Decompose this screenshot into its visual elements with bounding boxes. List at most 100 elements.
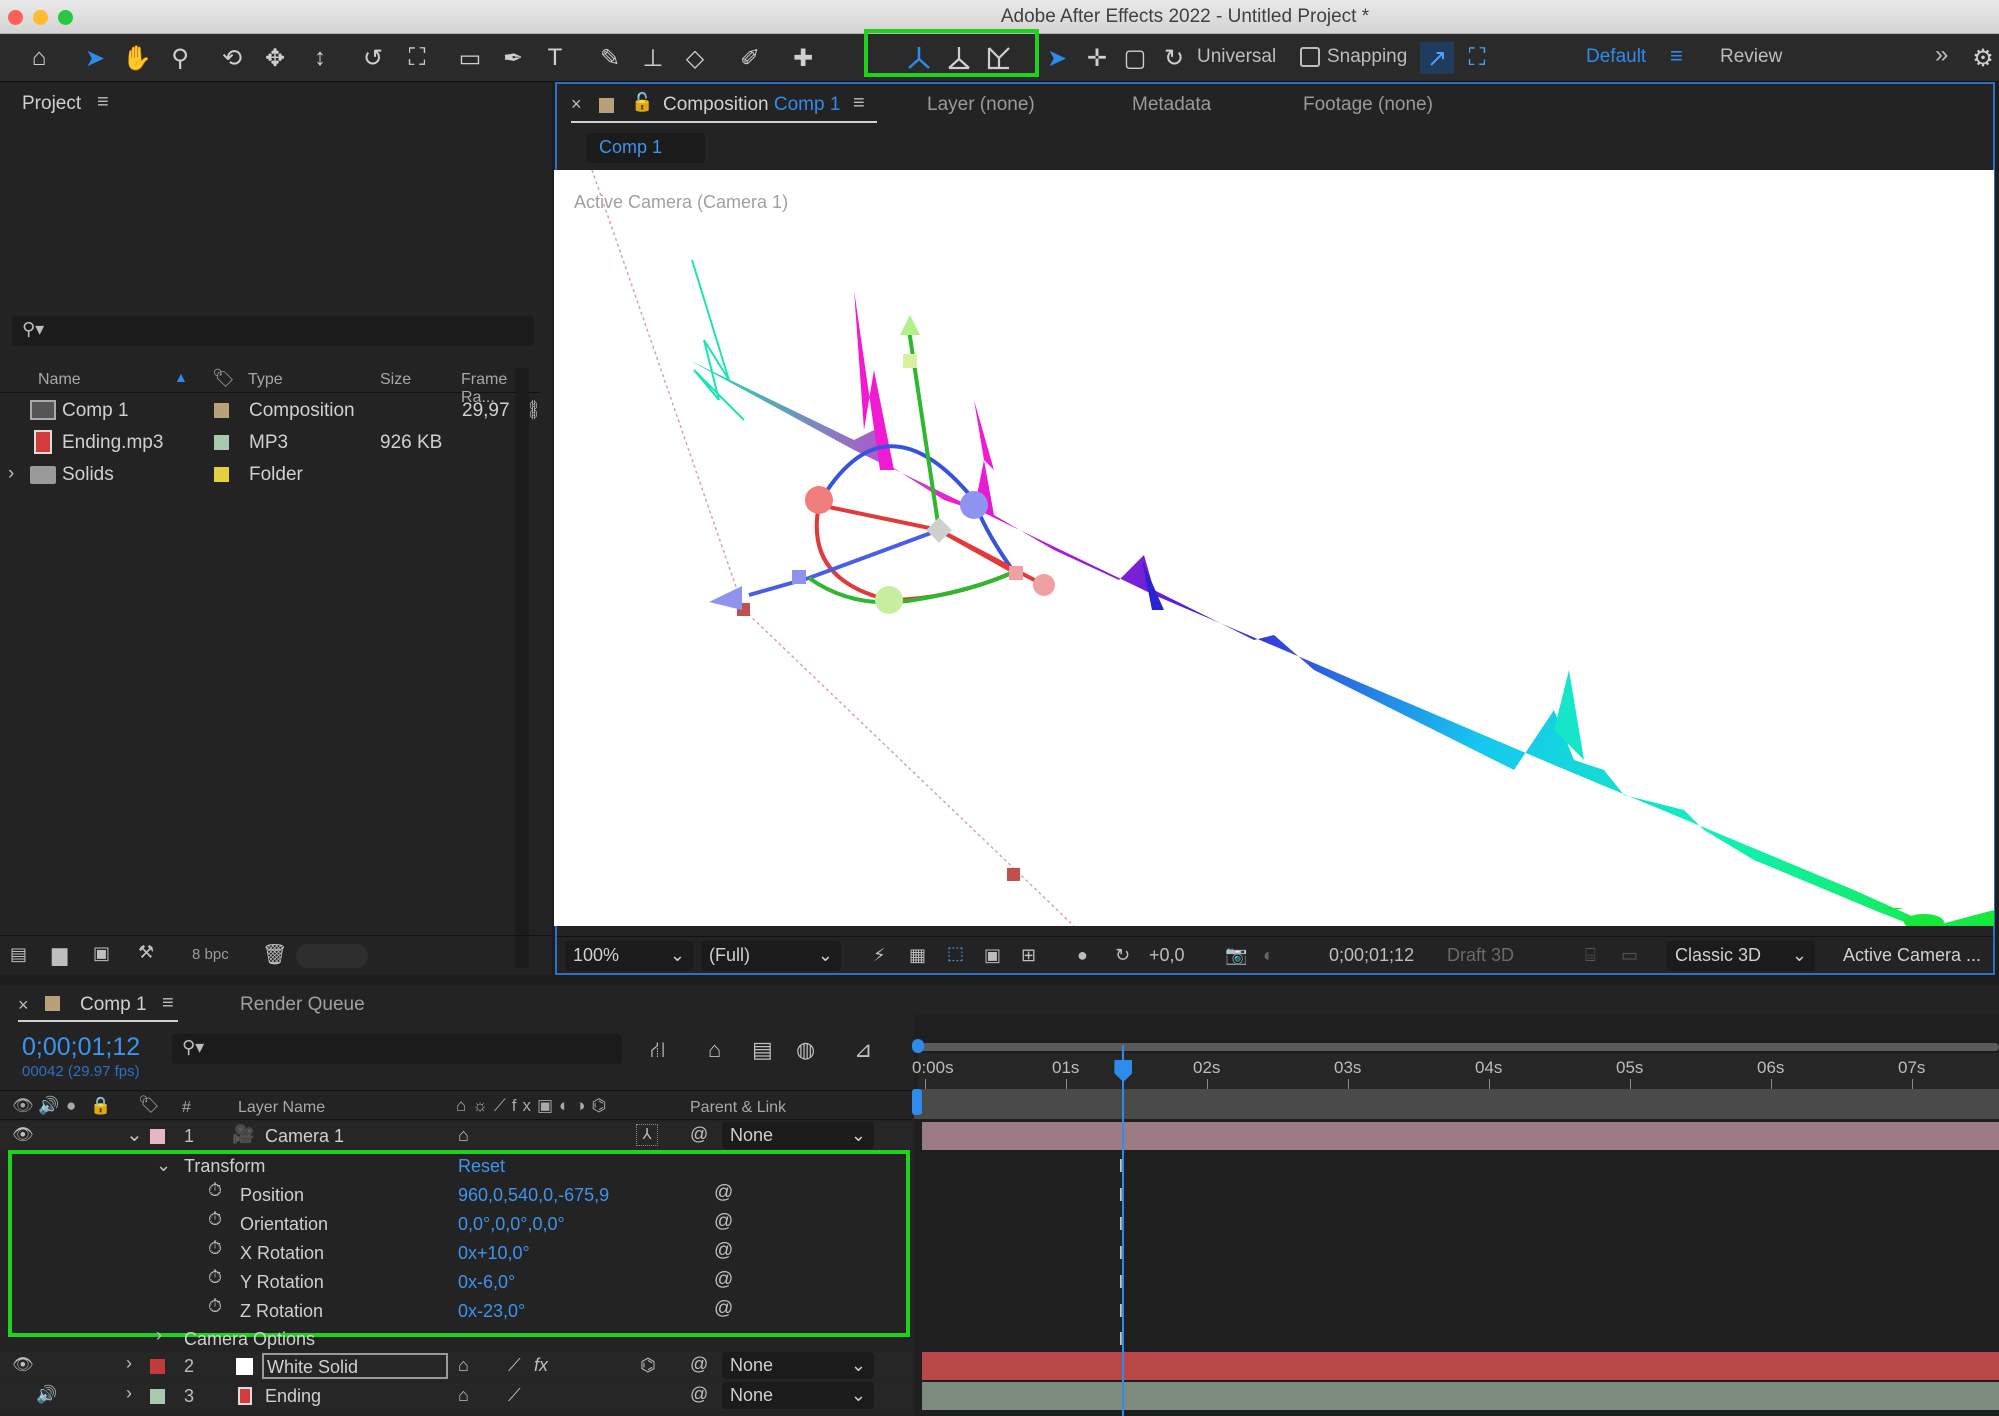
transparency-grid-icon[interactable]: ▦ (909, 945, 926, 966)
camera-options-chevron-icon[interactable]: › (156, 1325, 162, 1346)
project-row-comp1[interactable]: Comp 1 Composition 29,97 ⛓ (0, 396, 541, 426)
stopwatch-icon[interactable]: ⏱ (208, 1267, 222, 1288)
layer-label-swatch[interactable] (150, 1129, 165, 1144)
lock-icon[interactable]: 🔓 (631, 92, 653, 113)
move-icon[interactable]: ✛ (1080, 42, 1114, 74)
more-workspaces-icon[interactable]: » (1935, 41, 1948, 69)
visibility-eye-icon[interactable]: 👁 (12, 1355, 34, 1375)
viewer-menu-icon[interactable]: ≡ (853, 92, 865, 115)
graph-editor-icon[interactable]: ⊿ (854, 1037, 872, 1063)
renderer-dropdown[interactable]: Classic 3D ⌄ (1667, 941, 1815, 971)
time-navigator-start[interactable] (912, 1039, 924, 1053)
workspace-menu-icon[interactable]: ≡ (1670, 43, 1683, 69)
layer-bar-ending[interactable] (922, 1382, 1999, 1410)
tab-render-queue[interactable]: Render Queue (240, 994, 365, 1016)
visibility-eye-icon[interactable]: 👁 (12, 1125, 34, 1145)
grid-guides-icon[interactable]: ⊞ (1021, 945, 1036, 966)
stopwatch-icon[interactable]: ⏱ (208, 1180, 222, 1201)
label-tag-icon[interactable]: 🏷 (212, 368, 235, 389)
layer-row-camera1[interactable]: 👁 ⌄ 1 🎥 Camera 1 ⌂ ⅄ @ None ⌄ (0, 1122, 912, 1151)
quality-switch-icon[interactable]: ⟋ (508, 1385, 521, 1406)
layer-name[interactable]: Camera 1 (265, 1126, 344, 1147)
new-folder-icon[interactable]: ▆ (52, 942, 67, 967)
stopwatch-icon[interactable]: ⏱ (208, 1238, 222, 1259)
y-axis-arrow-handle[interactable] (900, 315, 920, 335)
search-help-icon[interactable]: ⚙ (1966, 42, 1999, 74)
layer-switches-icons[interactable]: ⌂☼⟋fx▣◐◑⌬ (456, 1096, 612, 1116)
effects-switch-icon[interactable]: fx (534, 1355, 548, 1376)
layer-label-swatch[interactable] (150, 1359, 165, 1374)
project-row-ending[interactable]: Ending.mp3 MP3 926 KB (0, 428, 540, 458)
type-icon[interactable]: T (538, 42, 572, 74)
timeline-menu-icon[interactable]: ≡ (162, 992, 174, 1015)
tab-composition[interactable]: Composition Comp 1 (663, 94, 840, 116)
composition-canvas[interactable]: Active Camera (Camera 1) (554, 170, 1994, 926)
3d-switch-icon[interactable]: ⌬ (640, 1355, 656, 1376)
col-layer-name[interactable]: Layer Name (238, 1099, 325, 1117)
pickwhip-icon[interactable]: @ (690, 1124, 708, 1145)
project-panel-title[interactable]: Project (22, 93, 81, 115)
unified-camera-selection-icon[interactable]: ➤ (1040, 42, 1074, 74)
comp-breadcrumb[interactable]: Comp 1 (587, 133, 705, 163)
transform-chevron-icon[interactable]: ⌄ (156, 1155, 171, 1176)
view-dropdown[interactable]: Active Camera ... (1835, 941, 1991, 971)
layer-name-field[interactable]: White Solid (262, 1353, 448, 1379)
transform-label[interactable]: Transform (184, 1156, 265, 1177)
expand-chevron-icon[interactable]: › (126, 1353, 132, 1374)
rotate-gizmo-icon[interactable]: ↻ (1157, 42, 1191, 74)
label-tag-icon[interactable]: 🏷 (138, 1095, 160, 1115)
workspace-review[interactable]: Review (1720, 46, 1782, 68)
current-timecode[interactable]: 0;00;01;12 (22, 1033, 140, 1062)
x-axis-scale-handle[interactable] (1009, 566, 1023, 580)
tab-comp1[interactable]: Comp 1 (80, 994, 147, 1016)
prop-x-rotation-value[interactable]: 0x+10,0° (458, 1243, 530, 1264)
z-axis-arrow-handle[interactable] (709, 586, 742, 610)
prop-y-rotation-value[interactable]: 0x-6,0° (458, 1272, 515, 1293)
expression-pickwhip-icon[interactable]: @ (714, 1211, 733, 1233)
label-swatch[interactable] (214, 403, 229, 418)
show-snapshot-icon[interactable]: ◐ (1263, 945, 1274, 966)
home-icon[interactable]: ⌂ (22, 42, 56, 74)
layer-name[interactable]: Ending (265, 1386, 321, 1407)
fast-previews-icon[interactable]: ⚡ (873, 945, 886, 966)
interpret-footage-icon[interactable]: ▤ (10, 944, 27, 965)
axis-gizmo-z[interactable] (748, 528, 940, 597)
pickwhip-icon[interactable]: @ (690, 1354, 708, 1375)
viewer-timecode[interactable]: 0;00;01;12 (1329, 945, 1414, 966)
workspace-default[interactable]: Default (1586, 46, 1646, 68)
resolution-dropdown[interactable]: (Full) ⌄ (701, 941, 841, 971)
work-area-start-handle[interactable] (912, 1089, 922, 1115)
extend-snapping-icon[interactable]: ↗ (1420, 42, 1454, 74)
panel-menu-icon[interactable]: ≡ (97, 91, 109, 114)
y-axis-scale-handle[interactable] (903, 354, 917, 368)
shy-switch-icon[interactable]: ⌂ (458, 1385, 469, 1406)
universal-label[interactable]: Universal (1197, 46, 1276, 68)
motion-blur-icon[interactable]: ◍ (796, 1037, 815, 1063)
layer-search-input[interactable]: ⚲▾ (172, 1034, 622, 1064)
stopwatch-icon[interactable]: ⏱ (208, 1296, 222, 1317)
layer-label-swatch[interactable] (150, 1389, 165, 1404)
close-timeline-tab-icon[interactable]: × (18, 995, 29, 1016)
orbit-icon[interactable]: ⟲ (215, 42, 249, 74)
parent-dropdown[interactable]: None ⌄ (722, 1382, 874, 1409)
z-axis-scale-handle[interactable] (792, 570, 806, 584)
time-ruler[interactable] (918, 1053, 1999, 1089)
prop-orientation-value[interactable]: 0,0°,0,0°,0,0° (458, 1214, 565, 1235)
col-parent-link[interactable]: Parent & Link (690, 1099, 786, 1117)
audio-switch-icon[interactable]: 🔊 (36, 1385, 57, 1405)
expand-chevron-icon[interactable]: › (8, 463, 14, 485)
pan-icon[interactable]: ✥ (258, 42, 292, 74)
snapshot-camera-icon[interactable]: 📷 (1225, 945, 1247, 966)
tab-layer[interactable]: Layer (none) (927, 94, 1035, 116)
selection-icon[interactable]: ➤ (78, 42, 112, 74)
label-swatch[interactable] (214, 467, 229, 482)
shy-switch-icon[interactable]: ⌂ (458, 1355, 469, 1376)
expression-pickwhip-icon[interactable]: @ (714, 1269, 733, 1291)
stopwatch-icon[interactable]: ⏱ (208, 1209, 222, 1230)
prop-z-rotation-value[interactable]: 0x-23,0° (458, 1301, 525, 1322)
project-row-solids[interactable]: › Solids Folder (0, 460, 540, 490)
pen-icon[interactable]: ✒ (496, 42, 530, 74)
view-axis-icon[interactable] (982, 42, 1016, 74)
tab-footage[interactable]: Footage (none) (1303, 94, 1433, 116)
rotation-handle-x[interactable] (805, 486, 833, 514)
